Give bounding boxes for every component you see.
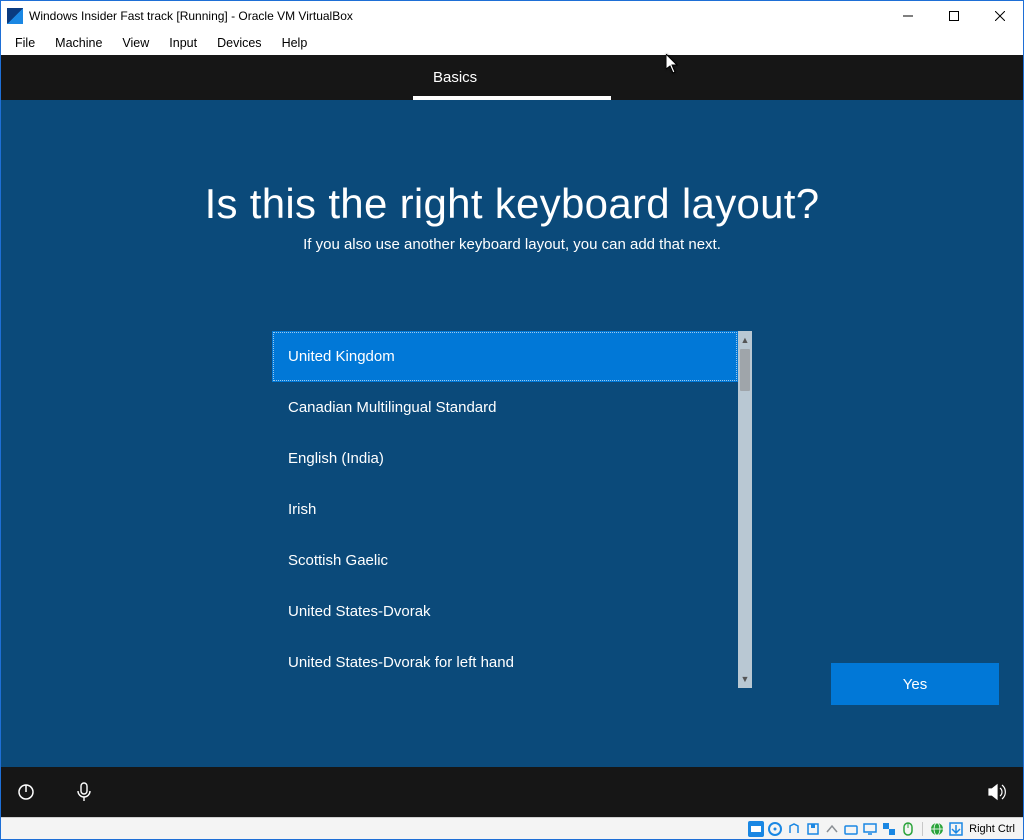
oobe-main: Is this the right keyboard layout? If yo…: [1, 100, 1023, 767]
list-item-label: English (India): [288, 450, 384, 467]
usb-icon[interactable]: [786, 821, 802, 837]
speaker-icon[interactable]: [987, 781, 1009, 803]
menu-devices[interactable]: Devices: [207, 33, 271, 53]
keyboard-layout-list[interactable]: United Kingdom Canadian Multilingual Stan…: [272, 331, 738, 688]
oobe-bottom-bar: [1, 767, 1023, 817]
virtualbox-window: Windows Insider Fast track [Running] - O…: [0, 0, 1024, 840]
window-controls: [885, 1, 1023, 31]
scroll-up-arrow[interactable]: ▲: [738, 331, 752, 349]
hdd-icon[interactable]: [748, 821, 764, 837]
list-item[interactable]: English (India): [272, 433, 738, 484]
list-item[interactable]: United States-Dvorak for left hand: [272, 637, 738, 688]
yes-button-label: Yes: [903, 676, 927, 693]
menu-help[interactable]: Help: [272, 33, 318, 53]
tab-basics[interactable]: Basics: [413, 55, 611, 100]
list-item-label: Scottish Gaelic: [288, 552, 388, 569]
scroll-down-arrow[interactable]: ▼: [738, 670, 752, 688]
menu-bar: File Machine View Input Devices Help: [1, 31, 1023, 55]
vm-display[interactable]: Basics Is this the right keyboard layout…: [1, 55, 1023, 817]
floppy-icon[interactable]: [805, 821, 821, 837]
shared-folder-icon[interactable]: [843, 821, 859, 837]
list-item-label: Canadian Multilingual Standard: [288, 399, 496, 416]
virtualbox-app-icon: [7, 8, 23, 24]
page-subheading: If you also use another keyboard layout,…: [303, 236, 721, 253]
list-item[interactable]: Scottish Gaelic: [272, 535, 738, 586]
list-item-label: United Kingdom: [288, 348, 395, 365]
yes-button[interactable]: Yes: [831, 663, 999, 705]
list-item[interactable]: Canadian Multilingual Standard: [272, 382, 738, 433]
tab-label: Basics: [433, 69, 477, 86]
virtualbox-status-bar: Right Ctrl: [1, 817, 1023, 839]
window-title: Windows Insider Fast track [Running] - O…: [29, 9, 885, 23]
page-heading: Is this the right keyboard layout?: [205, 180, 820, 228]
list-item[interactable]: United Kingdom: [272, 331, 738, 382]
scrollbar-thumb[interactable]: [740, 349, 750, 391]
keyboard-layout-list-wrap: United Kingdom Canadian Multilingual Stan…: [272, 331, 752, 688]
seamless-icon[interactable]: [881, 821, 897, 837]
maximize-button[interactable]: [931, 1, 977, 31]
power-icon[interactable]: [15, 781, 37, 803]
globe-icon[interactable]: [929, 821, 945, 837]
mouse-icon[interactable]: [900, 821, 916, 837]
scrollbar-vertical[interactable]: ▲ ▼: [738, 331, 752, 688]
host-key-indicator[interactable]: Right Ctrl: [967, 823, 1017, 835]
menu-view[interactable]: View: [112, 33, 159, 53]
cd-icon[interactable]: [767, 821, 783, 837]
microphone-icon[interactable]: [73, 781, 95, 803]
menu-input[interactable]: Input: [159, 33, 207, 53]
host-key-label: Right Ctrl: [969, 823, 1015, 835]
list-item[interactable]: Irish: [272, 484, 738, 535]
oobe-tab-bar: Basics: [1, 55, 1023, 100]
network-icon[interactable]: [824, 821, 840, 837]
menu-machine[interactable]: Machine: [45, 33, 112, 53]
list-item-label: United States-Dvorak for left hand: [288, 654, 514, 671]
minimize-button[interactable]: [885, 1, 931, 31]
list-item[interactable]: United States-Dvorak: [272, 586, 738, 637]
capture-icon[interactable]: [948, 821, 964, 837]
list-item-label: Irish: [288, 501, 316, 518]
close-button[interactable]: [977, 1, 1023, 31]
window-title-bar[interactable]: Windows Insider Fast track [Running] - O…: [1, 1, 1023, 31]
display-icon[interactable]: [862, 821, 878, 837]
list-item-label: United States-Dvorak: [288, 603, 431, 620]
menu-file[interactable]: File: [5, 33, 45, 53]
